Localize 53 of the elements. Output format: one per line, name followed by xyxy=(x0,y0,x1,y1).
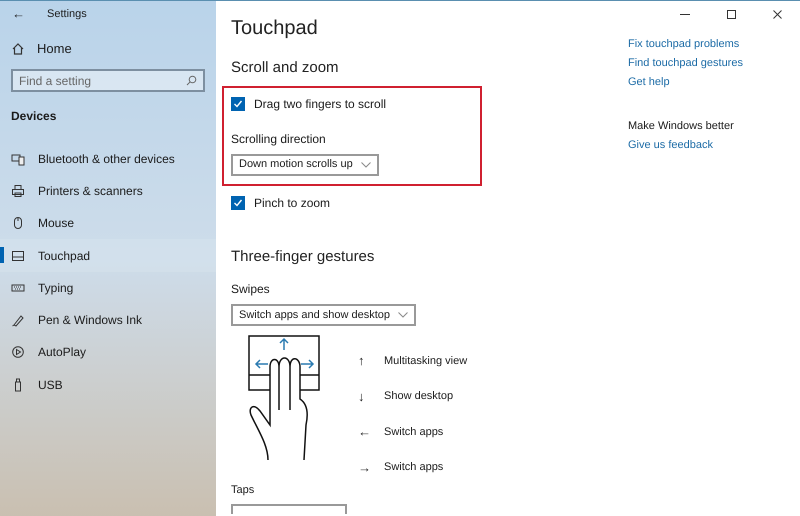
search-field[interactable]: Find a setting xyxy=(11,69,205,92)
help-link[interactable]: Get help xyxy=(628,73,800,92)
back-button[interactable]: ← xyxy=(12,4,25,24)
checkbox[interactable] xyxy=(231,196,245,210)
printer-icon xyxy=(11,184,25,198)
gesture-label: Switch apps xyxy=(384,460,444,475)
touchpad-icon xyxy=(11,248,25,263)
dropdown[interactable] xyxy=(231,504,347,514)
autoplay-icon xyxy=(11,345,25,360)
gesture-label: Switch apps xyxy=(384,424,444,440)
devices-icon xyxy=(11,152,25,166)
arrow-icon: → xyxy=(358,458,384,477)
gesture-label: Show desktop xyxy=(384,389,454,404)
maximize-icon[interactable] xyxy=(726,10,736,18)
dropdown[interactable]: Switch apps and show desktop xyxy=(231,304,416,326)
nav-item[interactable]: Bluetooth & other devices xyxy=(0,142,216,175)
field-label: Scrolling direction xyxy=(231,130,327,148)
mouse-icon xyxy=(11,216,25,230)
checkbox-label: Drag two fingers to scroll xyxy=(254,96,386,112)
arrow-icon: ↓ xyxy=(358,386,384,406)
nav-item[interactable]: Mouse xyxy=(0,207,216,240)
feedback-heading: Make Windows better xyxy=(628,119,735,134)
gesture-label: Multitasking view xyxy=(384,354,468,368)
section-heading: Scroll and zoom xyxy=(231,58,340,78)
chevron-down-icon xyxy=(360,162,371,168)
field-label: Swipes xyxy=(231,281,271,298)
window-title: Settings xyxy=(47,6,87,22)
home-icon xyxy=(11,42,25,56)
nav-item[interactable]: Printers & scanners xyxy=(0,174,216,208)
help-link[interactable]: Fix touchpad problems xyxy=(628,35,800,54)
section-heading: Three-finger gestures xyxy=(231,246,376,266)
checkbox-label: Pinch to zoom xyxy=(254,194,330,212)
nav-item[interactable]: USB xyxy=(0,368,216,401)
checkmark-icon xyxy=(233,198,243,208)
checkmark-icon xyxy=(233,98,243,108)
chevron-down-icon xyxy=(398,312,408,318)
checkbox[interactable] xyxy=(231,96,245,110)
arrow-icon: ← xyxy=(358,422,384,442)
nav-item[interactable]: AutoPlay xyxy=(0,336,216,369)
pen-icon xyxy=(11,313,25,328)
arrow-icon: ↑ xyxy=(358,351,384,370)
feedback-link[interactable]: Give us feedback xyxy=(628,136,800,155)
search-icon xyxy=(186,74,197,86)
nav-item[interactable]: Pen & Windows Ink xyxy=(0,304,216,336)
close-icon[interactable] xyxy=(772,10,782,18)
nav-item[interactable]: Typing xyxy=(0,272,216,304)
dropdown[interactable]: Down motion scrolls up xyxy=(231,154,379,176)
nav-item[interactable]: Touchpad xyxy=(0,239,216,272)
field-label: Taps xyxy=(231,483,256,498)
section-heading: Devices xyxy=(10,108,58,124)
page-title: Touchpad xyxy=(231,16,319,41)
help-link[interactable]: Find touchpad gestures xyxy=(628,54,800,73)
home-link[interactable]: Home xyxy=(37,39,72,58)
